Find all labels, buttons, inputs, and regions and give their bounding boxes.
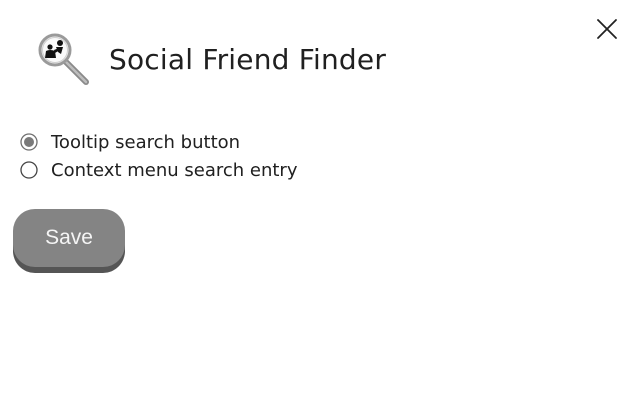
save-button[interactable]: Save [13,209,125,267]
option-tooltip-search[interactable]: Tooltip search button [20,128,298,156]
magnifier-with-friends-icon [34,30,92,88]
option-context-menu-search[interactable]: Context menu search entry [20,156,298,184]
search-mode-options: Tooltip search button Context menu searc… [20,128,298,184]
radio-unchecked-icon[interactable] [20,161,38,179]
page-title: Social Friend Finder [109,42,387,76]
options-dialog: Social Friend Finder Tooltip search butt… [0,0,640,400]
close-button[interactable] [594,16,620,42]
header: Social Friend Finder [34,30,386,88]
option-label: Tooltip search button [51,131,241,153]
option-label: Context menu search entry [51,159,298,181]
close-icon [597,19,617,39]
radio-checked-icon[interactable] [20,133,38,151]
